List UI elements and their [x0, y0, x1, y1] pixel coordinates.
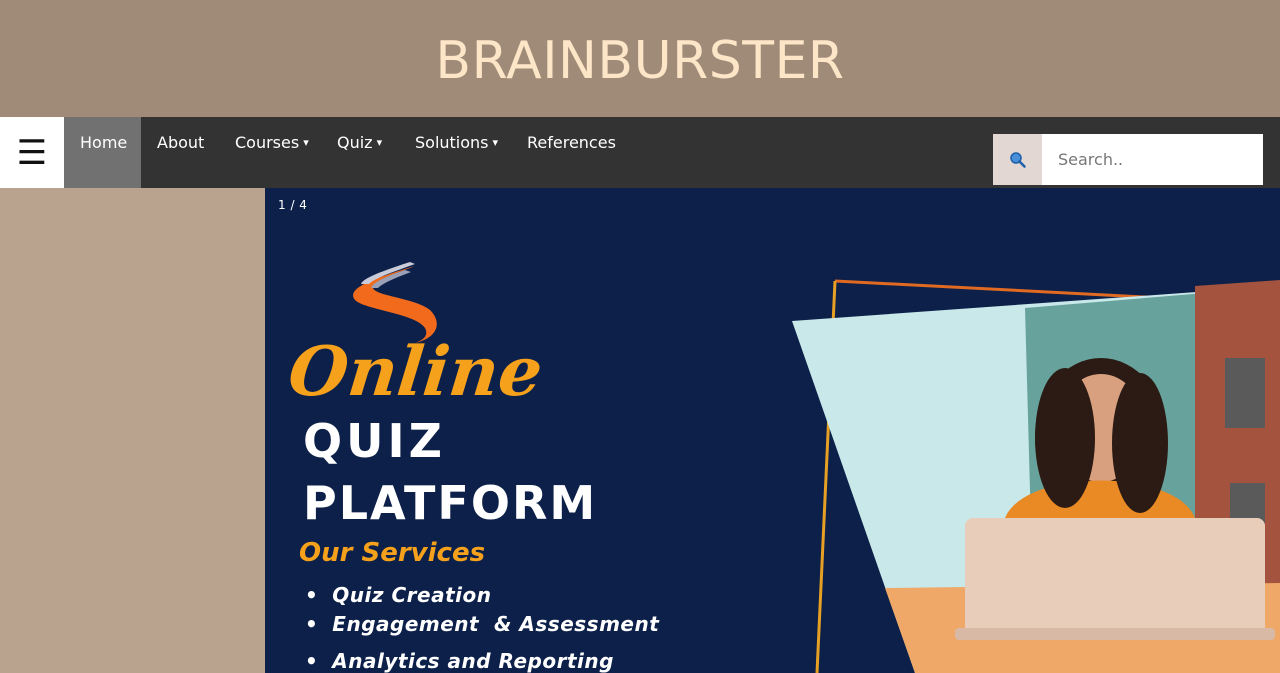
nav-item-label: References	[527, 133, 616, 152]
search-box	[993, 134, 1263, 185]
nav-item-quiz[interactable]: Quiz ▾	[337, 117, 382, 188]
caret-down-icon: ▾	[376, 136, 383, 149]
service-label: Engagement & Assessment	[332, 612, 660, 636]
caret-down-icon: ▾	[492, 136, 499, 149]
banner-title-line1: QUIZ	[303, 414, 446, 468]
nav-item-label: Courses	[235, 133, 300, 152]
service-label: Quiz Creation	[332, 583, 492, 607]
nav-item-label: Quiz	[337, 133, 373, 152]
magnifier-icon	[1009, 151, 1026, 168]
nav-item-references[interactable]: References	[527, 117, 616, 188]
nav-item-courses[interactable]: Courses ▾	[235, 117, 309, 188]
nav-item-label: Home	[80, 133, 128, 152]
banner-subtitle: Our Services	[299, 538, 486, 568]
banner-script-title: Online	[284, 332, 547, 412]
search-input[interactable]	[1042, 134, 1263, 185]
top-navbar: ☰ Home About Courses ▾ Quiz ▾ Solutions ▾ R…	[0, 117, 1280, 188]
site-header: BRAINBURSTER	[0, 0, 1280, 117]
swoosh-logo-icon	[353, 262, 437, 343]
search-button[interactable]	[993, 134, 1042, 185]
service-item: • Engagement & Assessment	[305, 612, 660, 636]
nav-item-home[interactable]: Home	[64, 117, 141, 188]
service-item: • Analytics and Reporting	[305, 649, 614, 673]
hamburger-menu-icon[interactable]: ☰	[0, 117, 64, 188]
banner-title-line2: PLATFORM	[303, 476, 598, 530]
caret-down-icon: ▾	[303, 136, 309, 149]
service-label: Analytics and Reporting	[332, 649, 614, 673]
banner-slideshow: 1 / 4 Online QUIZ PLATFORM Our Services	[265, 188, 1280, 673]
nav-item-about[interactable]: About	[157, 117, 204, 188]
brand-title: BRAINBURSTER	[435, 31, 845, 91]
nav-item-label: About	[157, 133, 205, 152]
nav-item-label: Solutions	[415, 133, 489, 152]
nav-item-solutions[interactable]: Solutions ▾	[415, 117, 498, 188]
service-item: • Quiz Creation	[305, 583, 492, 607]
